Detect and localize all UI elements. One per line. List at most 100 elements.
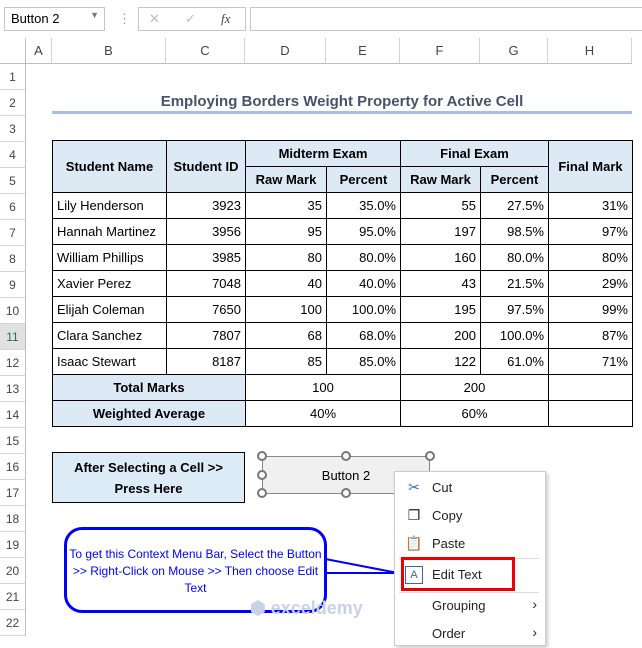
row-header-10[interactable]: 10 [0, 298, 26, 324]
weighted-final[interactable]: 60% [400, 400, 549, 427]
midterm-raw-cell[interactable]: 35 [245, 192, 327, 219]
empty-cell[interactable] [548, 374, 633, 401]
final-percent-cell[interactable]: 98.5% [480, 218, 549, 245]
midterm-percent-cell[interactable]: 35.0% [326, 192, 401, 219]
midterm-percent-cell[interactable]: 40.0% [326, 270, 401, 297]
final-mark-cell[interactable]: 71% [548, 348, 633, 375]
student-name-cell[interactable]: Clara Sanchez [52, 322, 167, 349]
row-header-13[interactable]: 13 [0, 376, 26, 402]
midterm-percent-cell[interactable]: 100.0% [326, 296, 401, 323]
column-header-E[interactable]: E [326, 38, 400, 64]
row-header-1[interactable]: 1 [0, 64, 26, 90]
row-header-20[interactable]: 20 [0, 558, 26, 584]
enter-icon[interactable]: ✓ [185, 11, 196, 27]
row-header-5[interactable]: 5 [0, 168, 26, 194]
midterm-percent-cell[interactable]: 95.0% [326, 218, 401, 245]
midterm-percent-cell[interactable]: 68.0% [326, 322, 401, 349]
row-header-9[interactable]: 9 [0, 272, 26, 298]
resize-handle[interactable] [257, 451, 267, 461]
final-mark-cell[interactable]: 87% [548, 322, 633, 349]
row-header-3[interactable]: 3 [0, 116, 26, 142]
resize-handle[interactable] [341, 488, 351, 498]
student-id-cell[interactable]: 7807 [166, 322, 246, 349]
row-header-21[interactable]: 21 [0, 584, 26, 610]
student-id-cell[interactable]: 3923 [166, 192, 246, 219]
column-header-F[interactable]: F [400, 38, 480, 64]
row-header-18[interactable]: 18 [0, 506, 26, 532]
menu-item-copy[interactable]: ❐ Copy [395, 502, 545, 530]
student-id-cell[interactable]: 7650 [166, 296, 246, 323]
midterm-raw-cell[interactable]: 68 [245, 322, 327, 349]
midterm-raw-cell[interactable]: 100 [245, 296, 327, 323]
chevron-down-icon[interactable]: ▼ [90, 10, 99, 20]
student-id-cell[interactable]: 3956 [166, 218, 246, 245]
row-header-22[interactable]: 22 [0, 610, 26, 636]
column-header-H[interactable]: H [548, 38, 632, 64]
final-raw-cell[interactable]: 43 [400, 270, 481, 297]
resize-handle[interactable] [425, 451, 435, 461]
final-raw-cell[interactable]: 195 [400, 296, 481, 323]
student-name-cell[interactable]: Lily Henderson [52, 192, 167, 219]
column-header-C[interactable]: C [166, 38, 245, 64]
student-id-cell[interactable]: 8187 [166, 348, 246, 375]
final-raw-cell[interactable]: 55 [400, 192, 481, 219]
total-midterm[interactable]: 100 [245, 374, 401, 401]
final-mark-cell[interactable]: 99% [548, 296, 633, 323]
total-final[interactable]: 200 [400, 374, 549, 401]
fx-icon[interactable]: fx [221, 11, 230, 27]
menu-item-paste[interactable]: 📋 Paste [395, 530, 545, 558]
final-percent-cell[interactable]: 97.5% [480, 296, 549, 323]
row-header-2[interactable]: 2 [0, 90, 26, 116]
weighted-midterm[interactable]: 40% [245, 400, 401, 427]
row-header-16[interactable]: 16 [0, 454, 26, 480]
midterm-raw-cell[interactable]: 85 [245, 348, 327, 375]
midterm-percent-cell[interactable]: 85.0% [326, 348, 401, 375]
midterm-percent-cell[interactable]: 80.0% [326, 244, 401, 271]
final-percent-cell[interactable]: 27.5% [480, 192, 549, 219]
empty-cell[interactable] [548, 400, 633, 427]
student-name-cell[interactable]: William Phillips [52, 244, 167, 271]
resize-handle[interactable] [257, 488, 267, 498]
column-header-G[interactable]: G [480, 38, 548, 64]
final-raw-cell[interactable]: 200 [400, 322, 481, 349]
row-header-17[interactable]: 17 [0, 480, 26, 506]
formula-input[interactable] [250, 7, 642, 31]
final-mark-cell[interactable]: 80% [548, 244, 633, 271]
menu-item-cut[interactable]: ✂ Cut [395, 474, 545, 502]
row-header-6[interactable]: 6 [0, 194, 26, 220]
final-mark-cell[interactable]: 29% [548, 270, 633, 297]
final-mark-cell[interactable]: 97% [548, 218, 633, 245]
resize-handle[interactable] [341, 451, 351, 461]
column-header-B[interactable]: B [52, 38, 166, 64]
final-raw-cell[interactable]: 197 [400, 218, 481, 245]
row-header-7[interactable]: 7 [0, 220, 26, 246]
column-header-D[interactable]: D [245, 38, 326, 64]
final-mark-cell[interactable]: 31% [548, 192, 633, 219]
final-percent-cell[interactable]: 100.0% [480, 322, 549, 349]
midterm-raw-cell[interactable]: 80 [245, 244, 327, 271]
column-header-A[interactable]: A [26, 38, 52, 64]
final-percent-cell[interactable]: 61.0% [480, 348, 549, 375]
midterm-raw-cell[interactable]: 95 [245, 218, 327, 245]
cancel-icon[interactable]: ✕ [149, 11, 160, 27]
student-id-cell[interactable]: 3985 [166, 244, 246, 271]
name-box[interactable]: Button 2 ▼ [4, 7, 105, 31]
student-name-cell[interactable]: Hannah Martinez [52, 218, 167, 245]
resize-handle[interactable] [257, 470, 267, 480]
menu-item-grouping[interactable]: Grouping › [395, 592, 545, 620]
final-percent-cell[interactable]: 21.5% [480, 270, 549, 297]
student-name-cell[interactable]: Elijah Coleman [52, 296, 167, 323]
select-all-corner[interactable] [0, 38, 26, 64]
midterm-raw-cell[interactable]: 40 [245, 270, 327, 297]
row-header-14[interactable]: 14 [0, 402, 26, 428]
row-header-15[interactable]: 15 [0, 428, 26, 454]
row-header-12[interactable]: 12 [0, 350, 26, 376]
menu-item-order[interactable]: Order › [395, 620, 545, 648]
row-header-19[interactable]: 19 [0, 532, 26, 558]
final-raw-cell[interactable]: 160 [400, 244, 481, 271]
student-id-cell[interactable]: 7048 [166, 270, 246, 297]
final-raw-cell[interactable]: 122 [400, 348, 481, 375]
student-name-cell[interactable]: Xavier Perez [52, 270, 167, 297]
final-percent-cell[interactable]: 80.0% [480, 244, 549, 271]
row-header-8[interactable]: 8 [0, 246, 26, 272]
